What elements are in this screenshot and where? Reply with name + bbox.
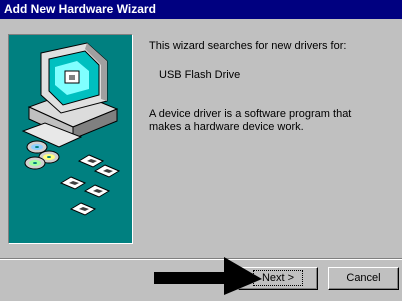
- title-bar[interactable]: Add New Hardware Wizard: [0, 0, 402, 19]
- device-name: USB Flash Drive: [159, 69, 241, 81]
- intro-text: This wizard searches for new drivers for…: [149, 40, 347, 52]
- floppy-disk-icon: [59, 154, 121, 216]
- window-title: Add New Hardware Wizard: [4, 2, 156, 16]
- computer-icon: [21, 42, 119, 148]
- wizard-window: Add New Hardware Wizard This wizard sear…: [0, 0, 402, 301]
- wizard-illustration: [8, 34, 133, 244]
- cancel-button-label: Cancel: [346, 272, 381, 284]
- title-gap: [0, 19, 402, 33]
- description-text: A device driver is a software program th…: [149, 108, 352, 133]
- black-arrow-icon: [154, 257, 262, 295]
- cancel-button[interactable]: Cancel: [328, 267, 399, 290]
